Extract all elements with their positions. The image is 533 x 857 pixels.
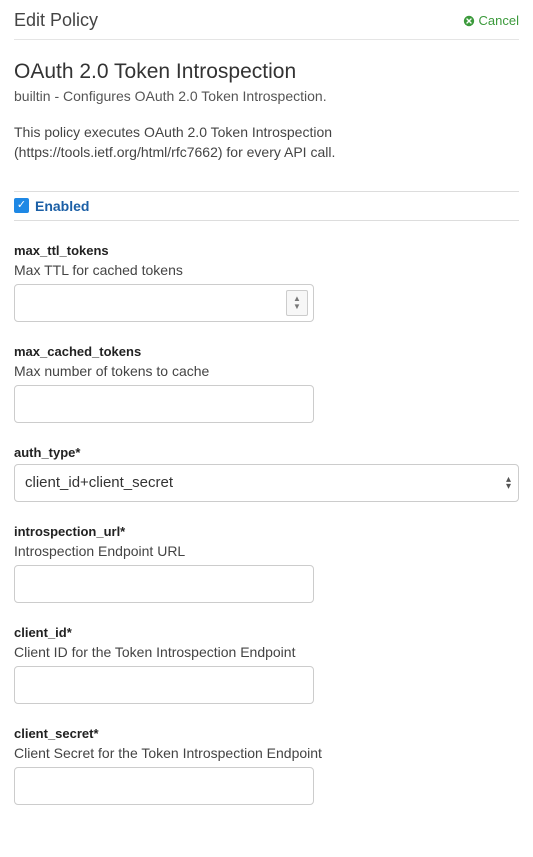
cancel-label: Cancel	[479, 13, 519, 28]
enabled-label: Enabled	[35, 198, 89, 214]
max-ttl-tokens-input[interactable]	[14, 284, 314, 322]
policy-description: This policy executes OAuth 2.0 Token Int…	[14, 122, 519, 163]
introspection-url-input[interactable]	[14, 565, 314, 603]
policy-title: OAuth 2.0 Token Introspection	[14, 60, 519, 84]
field-client-secret: client_secret* Client Secret for the Tok…	[14, 726, 519, 805]
field-client-id: client_id* Client ID for the Token Intro…	[14, 625, 519, 704]
field-help: Client ID for the Token Introspection En…	[14, 644, 519, 660]
cancel-button[interactable]: Cancel	[463, 13, 519, 28]
field-max-ttl-tokens: max_ttl_tokens Max TTL for cached tokens…	[14, 243, 519, 322]
stepper-icon[interactable]: ▲▼	[286, 290, 308, 316]
field-name: auth_type*	[14, 445, 519, 460]
cancel-icon	[463, 15, 475, 27]
enabled-row: ✓ Enabled	[14, 191, 519, 221]
field-auth-type: auth_type* client_id+client_secret ▴▾	[14, 445, 519, 502]
enabled-checkbox[interactable]: ✓	[14, 198, 29, 213]
max-cached-tokens-input[interactable]	[14, 385, 314, 423]
field-name: client_secret*	[14, 726, 519, 741]
field-introspection-url: introspection_url* Introspection Endpoin…	[14, 524, 519, 603]
field-name: max_cached_tokens	[14, 344, 519, 359]
policy-subtitle: builtin - Configures OAuth 2.0 Token Int…	[14, 88, 519, 104]
field-name: introspection_url*	[14, 524, 519, 539]
field-help: Client Secret for the Token Introspectio…	[14, 745, 519, 761]
client-id-input[interactable]	[14, 666, 314, 704]
auth-type-value: client_id+client_secret	[25, 474, 173, 491]
client-secret-input[interactable]	[14, 767, 314, 805]
field-max-cached-tokens: max_cached_tokens Max number of tokens t…	[14, 344, 519, 423]
field-name: max_ttl_tokens	[14, 243, 519, 258]
header: Edit Policy Cancel	[14, 10, 519, 40]
chevron-updown-icon: ▴▾	[506, 476, 511, 490]
field-help: Max TTL for cached tokens	[14, 262, 519, 278]
field-help: Introspection Endpoint URL	[14, 543, 519, 559]
field-name: client_id*	[14, 625, 519, 640]
page-title: Edit Policy	[14, 10, 98, 31]
field-help: Max number of tokens to cache	[14, 363, 519, 379]
auth-type-select[interactable]: client_id+client_secret ▴▾	[14, 464, 519, 502]
